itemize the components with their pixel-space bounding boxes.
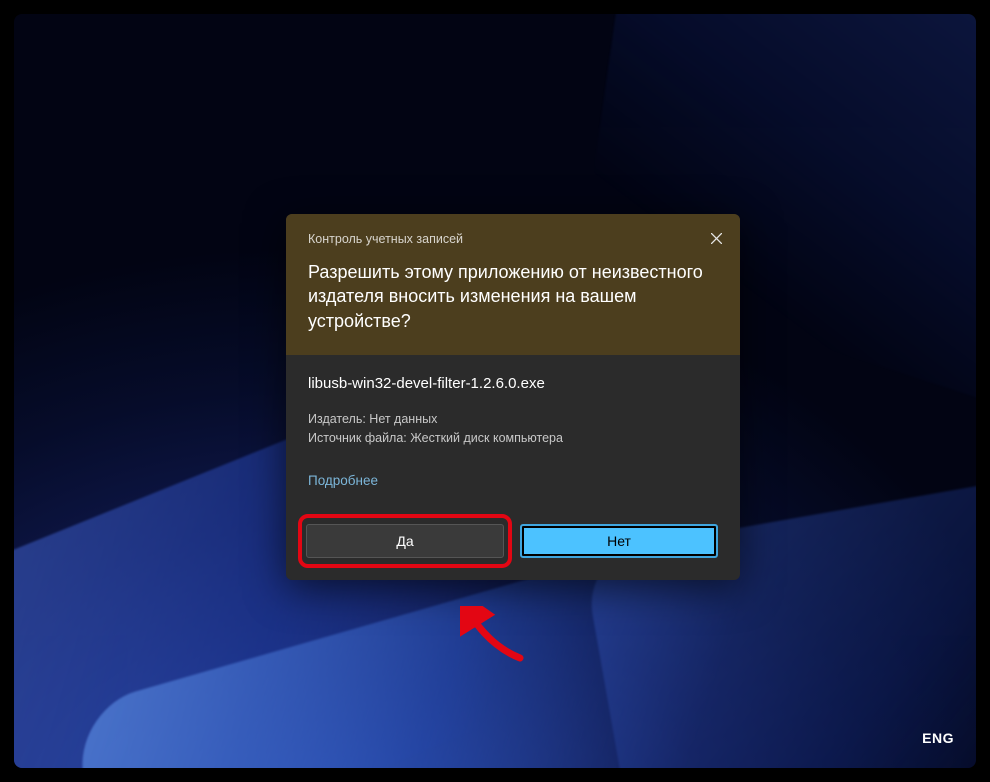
close-button[interactable] [702,224,730,252]
desktop-screen: Контроль учетных записей Разрешить этому… [14,14,976,768]
dialog-body: libusb-win32-devel-filter-1.2.6.0.exe Из… [286,355,740,507]
source-label: Источник файла: [308,431,407,445]
no-button[interactable]: Нет [520,524,718,558]
dialog-title: Контроль учетных записей [308,232,718,246]
show-more-link[interactable]: Подробнее [308,473,378,488]
close-icon [711,233,722,244]
yes-button[interactable]: Да [306,524,504,558]
program-filename: libusb-win32-devel-filter-1.2.6.0.exe [308,375,718,392]
annotation-highlight-box: Да [298,514,512,568]
source-value: Жесткий диск компьютера [410,431,563,445]
uac-dialog: Контроль учетных записей Разрешить этому… [286,214,740,580]
dialog-header: Контроль учетных записей Разрешить этому… [286,214,740,355]
source-line: Источник файла: Жесткий диск компьютера [308,429,718,448]
publisher-label: Издатель: [308,412,366,426]
publisher-value: Нет данных [369,412,437,426]
publisher-line: Издатель: Нет данных [308,410,718,429]
dialog-question: Разрешить этому приложению от неизвестно… [308,260,718,333]
language-indicator[interactable]: ENG [922,730,954,746]
dialog-button-row: Да Нет [286,506,740,580]
